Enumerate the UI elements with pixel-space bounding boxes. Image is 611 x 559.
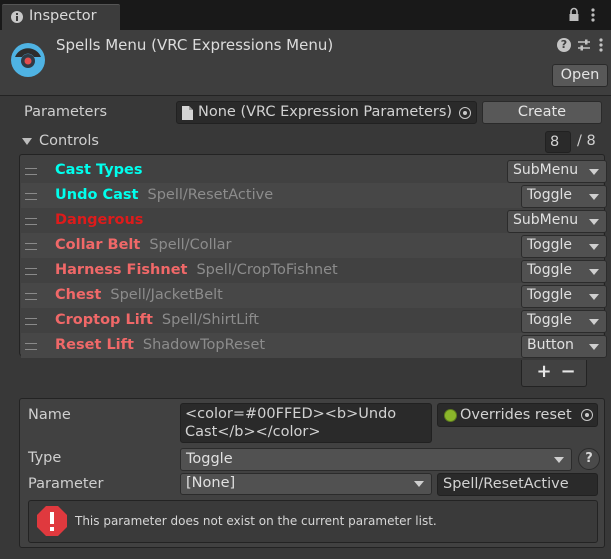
control-type-dropdown[interactable]: Toggle	[521, 260, 607, 283]
control-name: Croptop Lift Spell/ShirtLift	[55, 312, 259, 328]
type-dropdown[interactable]: Toggle	[180, 448, 572, 471]
list-item[interactable]: Cast Types SubMenu	[21, 158, 607, 183]
parameter-label: Parameter	[28, 476, 104, 492]
lock-icon[interactable]	[568, 7, 580, 23]
drag-handle-icon[interactable]	[25, 168, 37, 175]
list-item[interactable]: Undo Cast Spell/ResetActive Toggle	[21, 183, 607, 208]
control-name: Cast Types	[55, 162, 143, 178]
name-field[interactable]: <color=#00FFED><b>Undo Cast</b></color>	[180, 403, 432, 443]
object-picker-icon[interactable]	[581, 409, 593, 421]
document-icon	[182, 106, 193, 120]
control-name: Reset Lift ShadowTopReset	[55, 337, 266, 353]
control-name: Chest Spell/JacketBelt	[55, 287, 223, 303]
list-item[interactable]: Croptop Lift Spell/ShirtLift Toggle	[21, 308, 607, 333]
control-name: Collar Belt Spell/Collar	[55, 237, 232, 253]
remove-button[interactable]: −	[559, 361, 577, 382]
chevron-down-icon	[589, 243, 599, 250]
control-type-dropdown[interactable]: Toggle	[521, 310, 607, 333]
chevron-down-icon	[589, 193, 599, 200]
foldout-arrow-icon[interactable]	[22, 138, 32, 145]
control-name: Dangerous	[55, 212, 144, 228]
expressions-menu-icon	[10, 42, 46, 78]
list-item[interactable]: Chest Spell/JacketBelt Toggle	[21, 283, 607, 308]
help-icon[interactable]: ?	[557, 38, 571, 52]
parameter-dropdown[interactable]: [None]	[180, 473, 432, 495]
more-options-icon[interactable]	[599, 38, 603, 52]
control-name: Undo Cast Spell/ResetActive	[55, 187, 274, 203]
help-button[interactable]: ?	[578, 448, 600, 470]
list-item[interactable]: Harness Fishnet Spell/CropToFishnet Toggl…	[21, 258, 607, 283]
drag-handle-icon[interactable]	[25, 268, 37, 275]
controls-label[interactable]: Controls	[39, 133, 99, 149]
control-type-dropdown[interactable]: Button	[521, 335, 607, 358]
name-value-line2: Cast</b></color>	[185, 424, 321, 440]
chevron-down-icon	[589, 218, 599, 225]
object-picker-icon[interactable]	[459, 107, 471, 119]
inspector-tab[interactable]: Inspector	[2, 4, 120, 30]
chevron-down-icon	[589, 318, 599, 325]
control-type-dropdown[interactable]: SubMenu	[507, 210, 607, 233]
create-button[interactable]: Create	[482, 101, 602, 124]
drag-handle-icon[interactable]	[25, 318, 37, 325]
name-value-line1: <color=#00FFED><b>Undo	[185, 406, 397, 422]
name-label: Name	[28, 407, 71, 423]
warning-message: This parameter does not exist on the cur…	[75, 514, 437, 528]
control-type-dropdown[interactable]: Toggle	[521, 285, 607, 308]
list-item[interactable]: Reset Lift ShadowTopReset Button	[21, 333, 607, 358]
info-icon	[11, 11, 23, 23]
chevron-down-icon	[554, 456, 564, 463]
chevron-down-icon	[589, 343, 599, 350]
control-name: Harness Fishnet Spell/CropToFishnet	[55, 262, 338, 278]
list-footer: + −	[521, 360, 587, 387]
list-item[interactable]: Dangerous SubMenu	[21, 208, 607, 233]
drag-handle-icon[interactable]	[25, 218, 37, 225]
chevron-down-icon	[589, 293, 599, 300]
preset-icon[interactable]	[577, 38, 591, 52]
control-type-dropdown[interactable]: Toggle	[521, 235, 607, 258]
overrides-reset-field[interactable]: Overrides reset	[437, 403, 598, 427]
error-icon	[36, 505, 68, 537]
inspector-header: Spells Menu (VRC Expressions Menu) ? Ope…	[0, 30, 611, 96]
tab-bar: Inspector	[0, 0, 611, 30]
open-button[interactable]: Open	[552, 64, 608, 87]
drag-handle-icon[interactable]	[25, 293, 37, 300]
type-label: Type	[28, 450, 62, 466]
controls-list: Cast Types SubMenu Undo Cast Spell/ResetA…	[19, 154, 607, 358]
parameters-object-field[interactable]: None (VRC Expression Parameters)	[176, 101, 477, 124]
list-item[interactable]: Collar Belt Spell/Collar Toggle	[21, 233, 607, 258]
chevron-down-icon	[589, 268, 599, 275]
drag-handle-icon[interactable]	[25, 343, 37, 350]
warning-box: This parameter does not exist on the cur…	[28, 500, 598, 543]
parameters-value: None (VRC Expression Parameters)	[198, 104, 453, 120]
chevron-down-icon	[589, 168, 599, 175]
more-options-icon[interactable]	[591, 8, 595, 22]
parameter-text-field[interactable]: Spell/ResetActive	[437, 473, 598, 496]
asset-title: Spells Menu (VRC Expressions Menu)	[56, 36, 334, 54]
parameter-icon	[444, 409, 457, 422]
tab-title: Inspector	[29, 8, 97, 24]
add-button[interactable]: +	[535, 361, 553, 382]
drag-handle-icon[interactable]	[25, 193, 37, 200]
controls-count-field[interactable]: 8	[545, 131, 571, 153]
parameters-label: Parameters	[24, 104, 107, 120]
overrides-reset-label: Overrides reset	[460, 407, 572, 423]
control-type-dropdown[interactable]: SubMenu	[507, 160, 607, 183]
drag-handle-icon[interactable]	[25, 243, 37, 250]
control-type-dropdown[interactable]: Toggle	[521, 185, 607, 208]
controls-max: / 8	[577, 133, 596, 149]
chevron-down-icon	[414, 481, 424, 487]
controls-count: 8	[550, 134, 560, 150]
